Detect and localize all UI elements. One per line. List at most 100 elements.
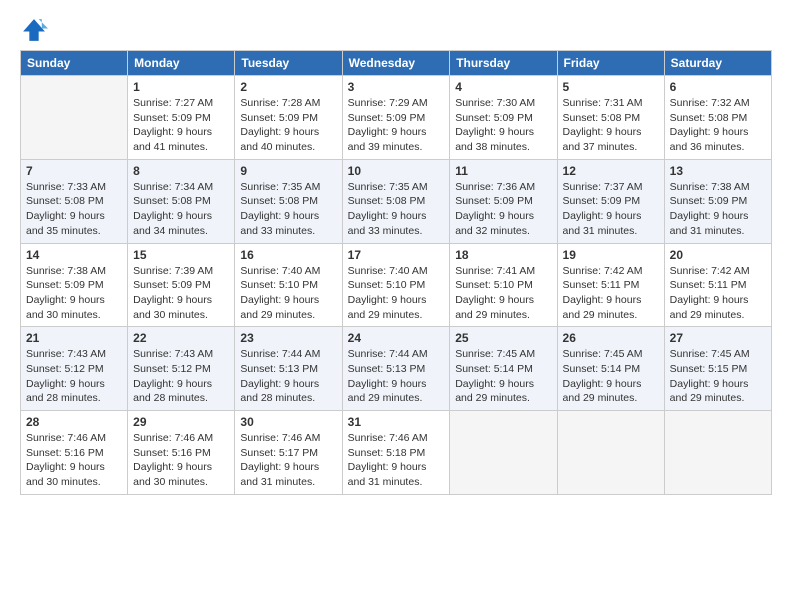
calendar-week-row: 21 Sunrise: 7:43 AMSunset: 5:12 PMDayligh… [21, 327, 772, 411]
day-number: 21 [26, 331, 122, 345]
calendar-header-row: SundayMondayTuesdayWednesdayThursdayFrid… [21, 51, 772, 76]
day-info: Sunrise: 7:28 AMSunset: 5:09 PMDaylight:… [240, 96, 336, 155]
day-info: Sunrise: 7:46 AMSunset: 5:17 PMDaylight:… [240, 431, 336, 490]
day-number: 24 [348, 331, 445, 345]
calendar-cell: 18Sunrise: 7:41 AMSunset: 5:10 PMDayligh… [450, 243, 557, 327]
calendar-cell: 9Sunrise: 7:35 AMSunset: 5:08 PMDaylight… [235, 159, 342, 243]
day-number: 23 [240, 331, 336, 345]
day-info: Sunrise: 7:46 AMSunset: 5:18 PMDaylight:… [348, 431, 445, 490]
day-info: Sunrise: 7:40 AMSunset: 5:10 PMDaylight:… [240, 264, 336, 323]
calendar-cell: 14 Sunrise: 7:38 AMSunset: 5:09 PMDayligh… [21, 243, 128, 327]
day-number: 10 [348, 164, 445, 178]
day-info: Sunrise: 7:27 AMSunset: 5:09 PMDaylight:… [133, 96, 229, 155]
day-info: Sunrise: 7:45 AMSunset: 5:15 PMDaylight:… [670, 347, 766, 406]
calendar-header-wednesday: Wednesday [342, 51, 450, 76]
day-number: 1 [133, 80, 229, 94]
calendar-cell: 16 Sunrise: 7:40 AMSunset: 5:10 PMDayligh… [235, 243, 342, 327]
calendar-cell: 5 Sunrise: 7:31 AMSunset: 5:08 PMDaylight… [557, 76, 664, 160]
day-info: Sunrise: 7:38 AMSunset: 5:09 PMDaylight:… [26, 264, 122, 323]
day-number: 17 [348, 248, 445, 262]
calendar-cell: 30 Sunrise: 7:46 AMSunset: 5:17 PMDayligh… [235, 411, 342, 495]
day-info: Sunrise: 7:43 AMSunset: 5:12 PMDaylight:… [133, 347, 229, 406]
calendar-cell: 7Sunrise: 7:33 AMSunset: 5:08 PMDaylight… [21, 159, 128, 243]
calendar-cell: 10 Sunrise: 7:35 AMSunset: 5:08 PMDayligh… [342, 159, 450, 243]
calendar-cell [557, 411, 664, 495]
day-number: 13 [670, 164, 766, 178]
calendar-cell: 2 Sunrise: 7:28 AMSunset: 5:09 PMDaylight… [235, 76, 342, 160]
day-info: Sunrise: 7:29 AMSunset: 5:09 PMDaylight:… [348, 96, 445, 155]
calendar-header-sunday: Sunday [21, 51, 128, 76]
calendar-cell: 20 Sunrise: 7:42 AMSunset: 5:11 PMDayligh… [664, 243, 771, 327]
day-number: 3 [348, 80, 445, 94]
day-number: 5 [563, 80, 659, 94]
calendar-header-friday: Friday [557, 51, 664, 76]
day-number: 2 [240, 80, 336, 94]
calendar-header-saturday: Saturday [664, 51, 771, 76]
logo [20, 16, 52, 44]
day-info: Sunrise: 7:45 AMSunset: 5:14 PMDaylight:… [455, 347, 551, 406]
day-number: 15 [133, 248, 229, 262]
day-info: Sunrise: 7:42 AMSunset: 5:11 PMDaylight:… [563, 264, 659, 323]
calendar-cell: 12 Sunrise: 7:37 AMSunset: 5:09 PMDayligh… [557, 159, 664, 243]
calendar-cell [450, 411, 557, 495]
calendar-week-row: 1 Sunrise: 7:27 AMSunset: 5:09 PMDaylight… [21, 76, 772, 160]
calendar-table: SundayMondayTuesdayWednesdayThursdayFrid… [20, 50, 772, 495]
day-info: Sunrise: 7:46 AMSunset: 5:16 PMDaylight:… [133, 431, 229, 490]
calendar-week-row: 7Sunrise: 7:33 AMSunset: 5:08 PMDaylight… [21, 159, 772, 243]
day-number: 30 [240, 415, 336, 429]
day-number: 16 [240, 248, 336, 262]
day-number: 12 [563, 164, 659, 178]
day-info: Sunrise: 7:44 AMSunset: 5:13 PMDaylight:… [240, 347, 336, 406]
calendar-cell: 28Sunrise: 7:46 AMSunset: 5:16 PMDayligh… [21, 411, 128, 495]
day-number: 11 [455, 164, 551, 178]
day-info: Sunrise: 7:31 AMSunset: 5:08 PMDaylight:… [563, 96, 659, 155]
calendar-cell: 13 Sunrise: 7:38 AMSunset: 5:09 PMDayligh… [664, 159, 771, 243]
day-info: Sunrise: 7:37 AMSunset: 5:09 PMDaylight:… [563, 180, 659, 239]
day-info: Sunrise: 7:42 AMSunset: 5:11 PMDaylight:… [670, 264, 766, 323]
calendar-cell: 23 Sunrise: 7:44 AMSunset: 5:13 PMDayligh… [235, 327, 342, 411]
calendar-cell: 15 Sunrise: 7:39 AMSunset: 5:09 PMDayligh… [128, 243, 235, 327]
day-number: 26 [563, 331, 659, 345]
day-info: Sunrise: 7:34 AMSunset: 5:08 PMDaylight:… [133, 180, 229, 239]
calendar-cell: 22Sunrise: 7:43 AMSunset: 5:12 PMDayligh… [128, 327, 235, 411]
day-info: Sunrise: 7:41 AMSunset: 5:10 PMDaylight:… [455, 264, 551, 323]
calendar-cell: 26Sunrise: 7:45 AMSunset: 5:14 PMDayligh… [557, 327, 664, 411]
day-number: 4 [455, 80, 551, 94]
day-number: 9 [240, 164, 336, 178]
calendar-cell: 24 Sunrise: 7:44 AMSunset: 5:13 PMDayligh… [342, 327, 450, 411]
day-number: 8 [133, 164, 229, 178]
calendar-cell: 4 Sunrise: 7:30 AMSunset: 5:09 PMDaylight… [450, 76, 557, 160]
calendar-cell: 29 Sunrise: 7:46 AMSunset: 5:16 PMDayligh… [128, 411, 235, 495]
day-info: Sunrise: 7:44 AMSunset: 5:13 PMDaylight:… [348, 347, 445, 406]
day-number: 27 [670, 331, 766, 345]
day-info: Sunrise: 7:30 AMSunset: 5:09 PMDaylight:… [455, 96, 551, 155]
day-info: Sunrise: 7:43 AMSunset: 5:12 PMDaylight:… [26, 347, 122, 406]
day-info: Sunrise: 7:46 AMSunset: 5:16 PMDaylight:… [26, 431, 122, 490]
day-number: 14 [26, 248, 122, 262]
calendar-week-row: 28Sunrise: 7:46 AMSunset: 5:16 PMDayligh… [21, 411, 772, 495]
calendar-cell: 25Sunrise: 7:45 AMSunset: 5:14 PMDayligh… [450, 327, 557, 411]
calendar-cell: 8 Sunrise: 7:34 AMSunset: 5:08 PMDaylight… [128, 159, 235, 243]
day-info: Sunrise: 7:39 AMSunset: 5:09 PMDaylight:… [133, 264, 229, 323]
calendar-cell: 1 Sunrise: 7:27 AMSunset: 5:09 PMDaylight… [128, 76, 235, 160]
calendar-cell: 17Sunrise: 7:40 AMSunset: 5:10 PMDayligh… [342, 243, 450, 327]
calendar-cell: 3 Sunrise: 7:29 AMSunset: 5:09 PMDaylight… [342, 76, 450, 160]
logo-icon [20, 16, 48, 44]
calendar-cell: 21 Sunrise: 7:43 AMSunset: 5:12 PMDayligh… [21, 327, 128, 411]
calendar-header-thursday: Thursday [450, 51, 557, 76]
calendar-header-monday: Monday [128, 51, 235, 76]
header [20, 16, 772, 44]
calendar-cell: 11 Sunrise: 7:36 AMSunset: 5:09 PMDayligh… [450, 159, 557, 243]
page-container: SundayMondayTuesdayWednesdayThursdayFrid… [0, 0, 792, 505]
day-info: Sunrise: 7:38 AMSunset: 5:09 PMDaylight:… [670, 180, 766, 239]
day-number: 29 [133, 415, 229, 429]
calendar-cell: 6Sunrise: 7:32 AMSunset: 5:08 PMDaylight… [664, 76, 771, 160]
day-info: Sunrise: 7:33 AMSunset: 5:08 PMDaylight:… [26, 180, 122, 239]
day-number: 19 [563, 248, 659, 262]
calendar-week-row: 14 Sunrise: 7:38 AMSunset: 5:09 PMDayligh… [21, 243, 772, 327]
day-number: 20 [670, 248, 766, 262]
calendar-cell: 19 Sunrise: 7:42 AMSunset: 5:11 PMDayligh… [557, 243, 664, 327]
day-info: Sunrise: 7:35 AMSunset: 5:08 PMDaylight:… [348, 180, 445, 239]
day-info: Sunrise: 7:36 AMSunset: 5:09 PMDaylight:… [455, 180, 551, 239]
calendar-cell [21, 76, 128, 160]
